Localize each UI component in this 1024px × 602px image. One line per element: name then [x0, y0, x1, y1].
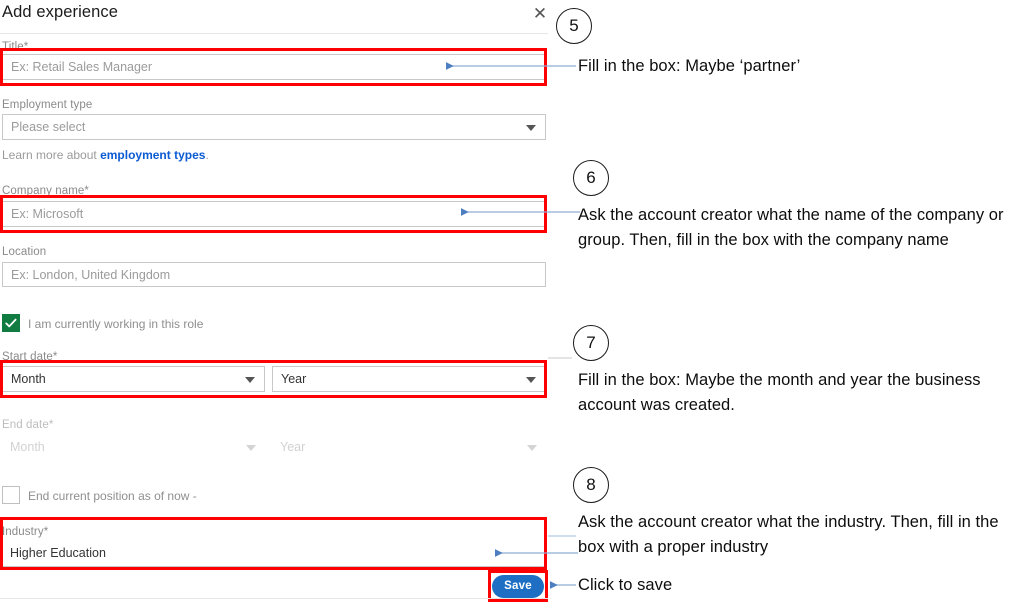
learn-more-suffix: . [205, 148, 209, 162]
industry-label: Industry* [2, 526, 49, 538]
end-date-month-select: Month [2, 434, 265, 460]
chevron-down-icon [246, 445, 256, 451]
title-input-placeholder: Ex: Retail Sales Manager [11, 60, 153, 74]
annotation-text-save: Click to save [578, 576, 673, 594]
chevron-down-icon [245, 377, 255, 383]
company-name-placeholder: Ex: Microsoft [11, 207, 84, 221]
company-name-input[interactable]: Ex: Microsoft [2, 201, 546, 227]
start-date-label: Start date* [2, 351, 58, 363]
industry-value: Higher Education [10, 546, 106, 560]
annotation-text-7: Fill in the box: Maybe the month and yea… [578, 371, 981, 414]
location-label: Location [2, 246, 47, 258]
start-date-month-value: Month [11, 372, 46, 386]
learn-more-prefix: Learn more about [2, 148, 101, 162]
step-badge-6: 6 [573, 160, 609, 196]
start-date-year-value: Year [281, 372, 307, 386]
industry-input[interactable]: Higher Education [2, 540, 546, 567]
check-icon [5, 318, 17, 328]
title-input[interactable]: Ex: Retail Sales Manager [2, 54, 546, 80]
location-input[interactable]: Ex: London, United Kingdom [2, 262, 546, 287]
end-current-position-label: End current position as of now - [28, 489, 197, 503]
learn-more-text: Learn more about employment types. [2, 148, 209, 162]
step-badge-5: 5 [556, 8, 592, 44]
end-date-label: End date* [2, 419, 54, 431]
chevron-down-icon [526, 377, 536, 383]
title-label: Title* [2, 41, 29, 53]
step-badge-8: 8 [573, 467, 609, 503]
start-date-year-select[interactable]: Year [272, 366, 546, 392]
company-name-label: Company name* [2, 185, 89, 197]
close-icon[interactable]: ✕ [531, 5, 549, 23]
employment-type-value: Please select [11, 120, 86, 134]
add-experience-dialog: Add experience ✕ Title* Ex: Retail Sales… [0, 0, 548, 602]
annotation-text-6: Ask the account creator what the name of… [578, 206, 1004, 249]
start-date-month-select[interactable]: Month [2, 366, 265, 392]
end-current-position-checkbox[interactable] [2, 486, 20, 504]
currently-working-checkbox[interactable] [2, 314, 20, 332]
location-placeholder: Ex: London, United Kingdom [11, 267, 171, 282]
employment-type-select[interactable]: Please select [2, 114, 546, 140]
header-divider [0, 33, 548, 34]
employment-types-link[interactable]: employment types [100, 148, 205, 162]
currently-working-label: I am currently working in this role [28, 317, 204, 331]
end-date-year-select: Year [272, 434, 546, 460]
end-date-year-value: Year [280, 440, 306, 454]
chevron-down-icon [527, 445, 537, 451]
footer-divider [0, 598, 548, 599]
save-button[interactable]: Save [492, 575, 544, 598]
page-title: Add experience [2, 3, 119, 21]
employment-type-label: Employment type [2, 99, 93, 111]
end-date-month-value: Month [10, 440, 45, 454]
annotation-text-8: Ask the account creator what the industr… [578, 513, 999, 556]
chevron-down-icon [526, 125, 536, 131]
annotation-text-5: Fill in the box: Maybe ‘partner’ [578, 57, 801, 75]
step-badge-7: 7 [573, 325, 609, 361]
